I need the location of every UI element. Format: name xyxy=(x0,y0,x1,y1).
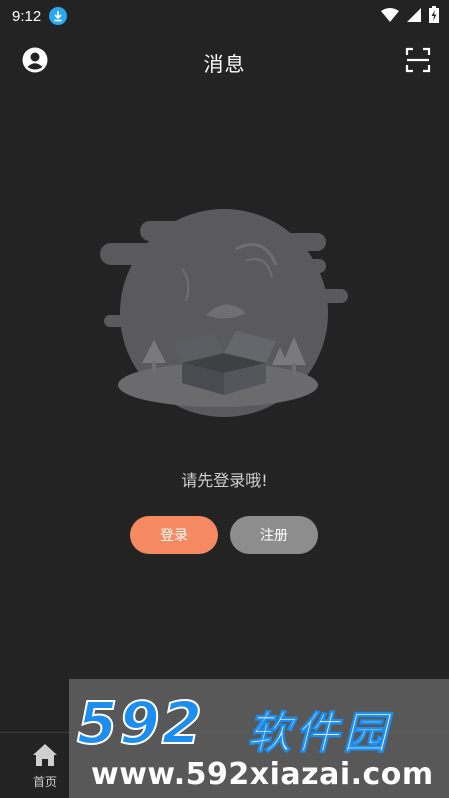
scan-icon xyxy=(405,47,431,77)
watermark-banner: 592 软件园 www.592xiazai.com xyxy=(69,679,449,798)
battery-charging-icon xyxy=(429,5,439,27)
login-button[interactable]: 登录 xyxy=(130,516,218,554)
profile-button[interactable] xyxy=(20,47,50,77)
header: 消息 xyxy=(0,38,449,86)
nav-item-label: 首页 xyxy=(32,775,57,789)
watermark-logo-text: 软件园 xyxy=(247,708,391,760)
watermark-url: www.592xiazai.com xyxy=(91,757,434,792)
user-avatar-icon xyxy=(22,47,48,77)
status-time: 9:12 xyxy=(12,7,42,25)
status-right xyxy=(381,5,439,27)
status-bar: 9:12 xyxy=(0,0,449,32)
signal-icon xyxy=(407,7,421,26)
status-left: 9:12 xyxy=(12,7,68,25)
wifi-icon xyxy=(381,7,399,26)
page-title: 消息 xyxy=(203,51,246,76)
login-prompt-text: 请先登录哦! xyxy=(181,471,268,490)
watermark-logo-number: 592 xyxy=(76,688,205,758)
nav-item-home[interactable]: 首页 xyxy=(22,743,68,793)
empty-box-illustration xyxy=(96,205,352,425)
register-button[interactable]: 注册 xyxy=(230,516,318,554)
scan-button[interactable] xyxy=(403,47,433,77)
download-badge-icon xyxy=(49,7,68,25)
home-icon xyxy=(32,743,58,771)
